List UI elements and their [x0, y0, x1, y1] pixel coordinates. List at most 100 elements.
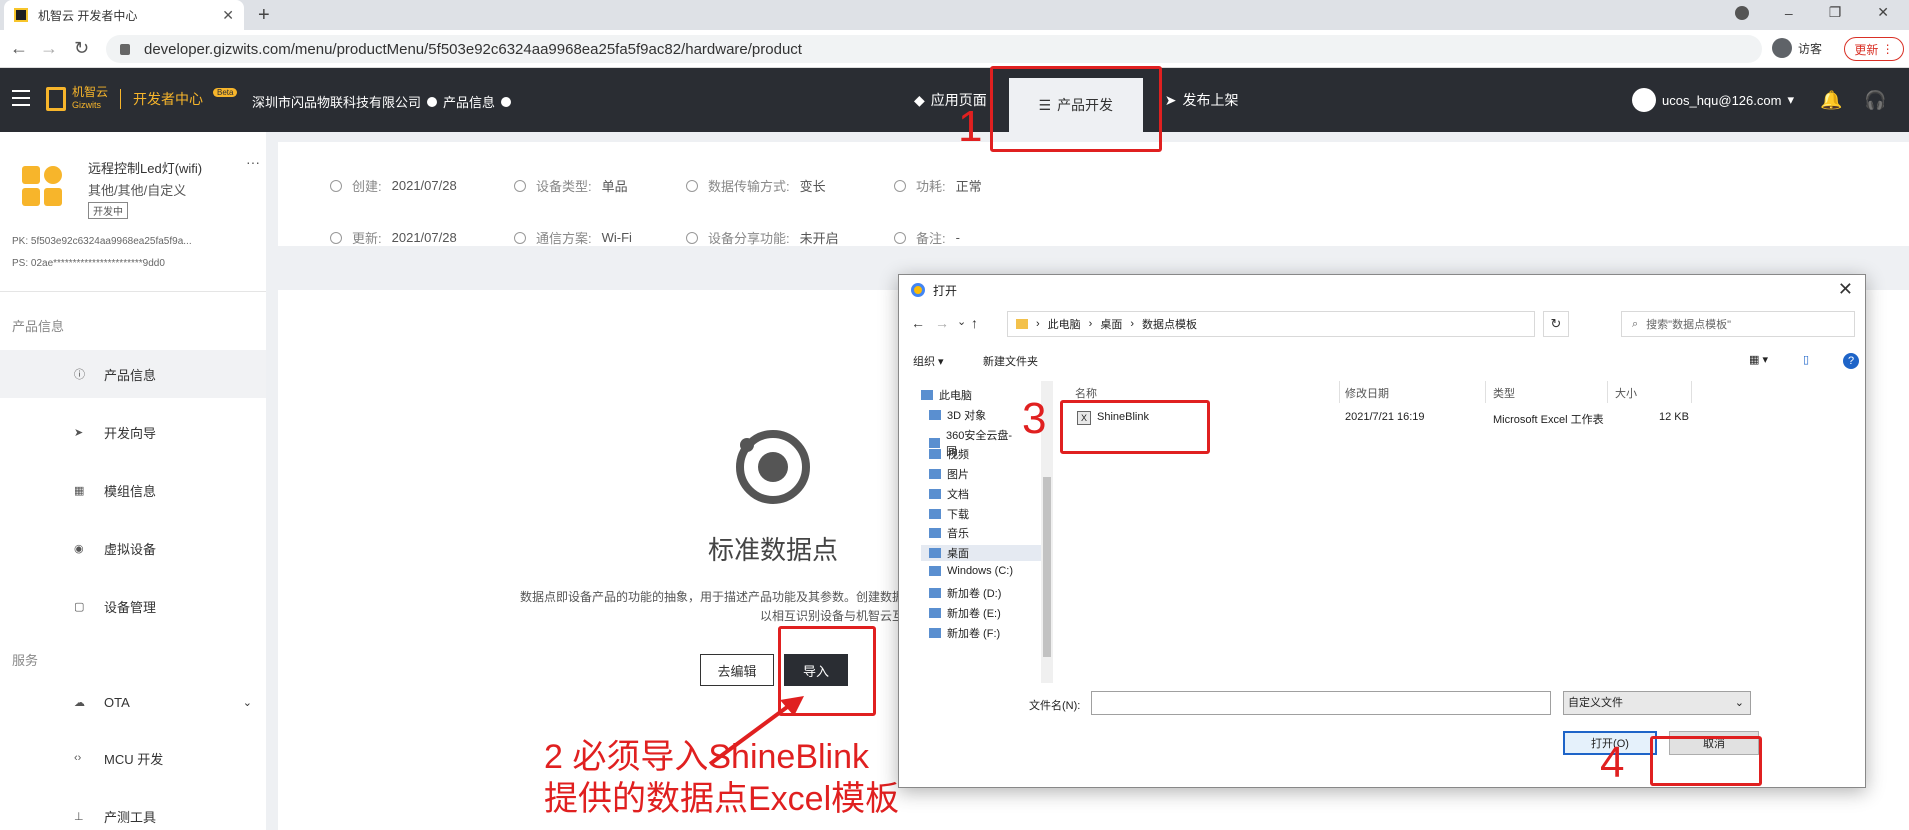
- tree-item-drive-c[interactable]: Windows (C:): [929, 565, 1013, 577]
- update-button[interactable]: 更新 ⋮: [1844, 37, 1904, 61]
- back-button[interactable]: ←: [10, 38, 28, 59]
- chevron-right-icon: [427, 96, 438, 107]
- sidebar-item-label: MCU 开发: [104, 751, 164, 767]
- restore-button[interactable]: ❐: [1829, 4, 1842, 21]
- product-info-link[interactable]: 产品信息: [443, 92, 495, 111]
- user-menu[interactable]: ucos_hqu@126.com ▾: [1632, 88, 1794, 112]
- minimize-button[interactable]: –: [1785, 5, 1793, 21]
- globe-icon: ◉: [74, 542, 84, 555]
- crumb-pc[interactable]: 此电脑: [1048, 316, 1081, 332]
- tree-item-pictures[interactable]: 图片: [929, 466, 969, 482]
- tree-item-drive-e[interactable]: 新加卷 (E:): [929, 605, 1001, 621]
- dev-center-label: 开发者中心: [133, 90, 204, 107]
- guide-icon: ➤: [74, 426, 84, 439]
- update-label: 更新: [1854, 42, 1879, 57]
- bell-icon[interactable]: 🔔: [1820, 90, 1842, 111]
- crumb-desktop[interactable]: 桌面: [1100, 316, 1122, 332]
- sidebar-item-dev-guide[interactable]: ➤ 开发向导: [0, 408, 266, 456]
- back-icon[interactable]: ←: [911, 315, 925, 331]
- tree-item-desktop[interactable]: 桌面: [921, 545, 1051, 561]
- browser-tab[interactable]: 机智云 开发者中心 ✕: [4, 0, 244, 30]
- logo[interactable]: 机智云 Gizwits 开发者中心 Beta: [46, 86, 238, 111]
- forward-icon[interactable]: →: [935, 315, 949, 331]
- dialog-close-button[interactable]: ✕: [1838, 279, 1853, 300]
- company-name[interactable]: 深圳市闪品物联科技有限公司: [252, 92, 421, 111]
- url-text: developer.gizwits.com/menu/productMenu/5…: [144, 40, 802, 58]
- tree-item-downloads[interactable]: 下载: [929, 506, 969, 522]
- headset-icon[interactable]: 🎧: [1864, 90, 1886, 111]
- sidebar-item-product-info[interactable]: ⓘ 产品信息: [0, 350, 266, 398]
- tree-item-videos[interactable]: 视频: [929, 446, 969, 462]
- search-input[interactable]: ⌕ 搜索"数据点模板": [1621, 311, 1855, 337]
- edit-button[interactable]: 去编辑: [700, 654, 774, 686]
- product-info-panel: 创建: 2021/07/28 更新: 2021/07/28 设备类型: 单品 通信方案…: [278, 142, 1909, 246]
- tree-item-pc[interactable]: 此电脑: [921, 387, 972, 403]
- database-icon: [686, 179, 698, 192]
- folder-tree: 此电脑 3D 对象 360安全云盘-同 视频 图片 文档 下载 音乐 桌面 Wi…: [903, 387, 1051, 683]
- tree-item-drive-d[interactable]: 新加卷 (D:): [929, 585, 1001, 601]
- hamburger-menu-icon[interactable]: [12, 90, 30, 106]
- tree-item-drive-f[interactable]: 新加卷 (F:): [929, 625, 1000, 641]
- filename-label: 文件名(N):: [1029, 700, 1081, 712]
- drive-icon: [929, 628, 941, 638]
- url-bar[interactable]: developer.gizwits.com/menu/productMenu/5…: [106, 35, 1762, 63]
- info-icon: [894, 231, 906, 244]
- column-name[interactable]: 名称: [1075, 385, 1097, 401]
- window-close-button[interactable]: ✕: [1877, 4, 1889, 21]
- preview-pane-icon[interactable]: ▯: [1803, 353, 1809, 366]
- profile-menu-icon[interactable]: [1734, 5, 1749, 20]
- up-icon[interactable]: ↑: [971, 315, 978, 331]
- column-type[interactable]: 类型: [1493, 385, 1515, 401]
- column-size[interactable]: 大小: [1615, 385, 1637, 401]
- sidebar-item-label: 开发向导: [104, 425, 157, 441]
- help-icon[interactable]: ?: [1843, 353, 1859, 369]
- forward-button[interactable]: →: [40, 38, 58, 59]
- more-icon[interactable]: ···: [246, 154, 260, 170]
- sidebar-item-ota[interactable]: ☁ OTA ⌄: [0, 678, 266, 726]
- sidebar-item-label: 产品信息: [104, 367, 157, 383]
- filetype-select[interactable]: 自定义文件 ⌄: [1563, 691, 1751, 715]
- refresh-button[interactable]: ↻: [1543, 311, 1569, 337]
- chevron-down-icon: ⌄: [242, 696, 252, 709]
- column-divider: [1691, 381, 1692, 403]
- sidebar-item-label: 虚拟设备: [104, 541, 157, 557]
- sidebar-item-label: 设备管理: [104, 599, 157, 615]
- tree-item-documents[interactable]: 文档: [929, 486, 969, 502]
- product-key: PK: 5f503e92c6324aa9968ea25fa5f9a...: [12, 236, 192, 247]
- new-folder-button[interactable]: 新建文件夹: [983, 353, 1038, 369]
- column-date[interactable]: 修改日期: [1345, 385, 1389, 401]
- organize-button[interactable]: 组织 ▾: [913, 353, 944, 369]
- search-icon: ⌕: [1632, 317, 1639, 330]
- annotation-number-3: 3: [1022, 394, 1047, 443]
- product-category: 其他/其他/自定义: [88, 183, 187, 198]
- scrollbar-thumb[interactable]: [1043, 477, 1051, 657]
- dialog-toolbar: 组织 ▾ 新建文件夹 ▦ ▾ ▯ ?: [899, 349, 1865, 373]
- sidebar-item-module-info[interactable]: ▦ 模组信息: [0, 466, 266, 514]
- view-options-icon[interactable]: ▦ ▾: [1749, 353, 1768, 366]
- folder-icon: [1016, 319, 1028, 329]
- visitor-label: 访客: [1798, 41, 1823, 56]
- tab-close-icon[interactable]: ✕: [222, 7, 234, 24]
- document-icon: [929, 489, 941, 499]
- new-tab-button[interactable]: +: [258, 4, 270, 27]
- crumb-folder[interactable]: 数据点模板: [1142, 316, 1197, 332]
- product-name: 远程控制Led灯(wifi): [88, 161, 203, 176]
- reload-button[interactable]: ↻: [74, 38, 89, 59]
- tree-item-music[interactable]: 音乐: [929, 525, 969, 541]
- file-type: Microsoft Excel 工作表: [1493, 414, 1604, 426]
- sidebar-item-mcu-dev[interactable]: ‹› MCU 开发: [0, 734, 266, 782]
- chrome-icon: [911, 283, 925, 297]
- lock-icon: [120, 43, 130, 55]
- tab-publish[interactable]: ➤ 发布上架: [1151, 68, 1253, 132]
- tree-item-3d[interactable]: 3D 对象: [929, 407, 986, 423]
- sidebar-item-virtual-device[interactable]: ◉ 虚拟设备: [0, 524, 266, 572]
- breadcrumb[interactable]: › 此电脑 › 桌面 › 数据点模板: [1007, 311, 1535, 337]
- sidebar-item-test-tool[interactable]: ⊥ 产测工具: [0, 792, 266, 830]
- logo-divider: [120, 88, 122, 109]
- visitor-profile[interactable]: 访客: [1772, 38, 1822, 58]
- sidebar-item-label: OTA: [104, 694, 130, 710]
- tab-app-page[interactable]: ◆ 应用页面: [900, 68, 1001, 132]
- sidebar-item-device-management[interactable]: ▢ 设备管理: [0, 582, 266, 630]
- filename-input[interactable]: [1091, 691, 1551, 715]
- recent-dropdown-icon[interactable]: ⌄: [957, 315, 966, 328]
